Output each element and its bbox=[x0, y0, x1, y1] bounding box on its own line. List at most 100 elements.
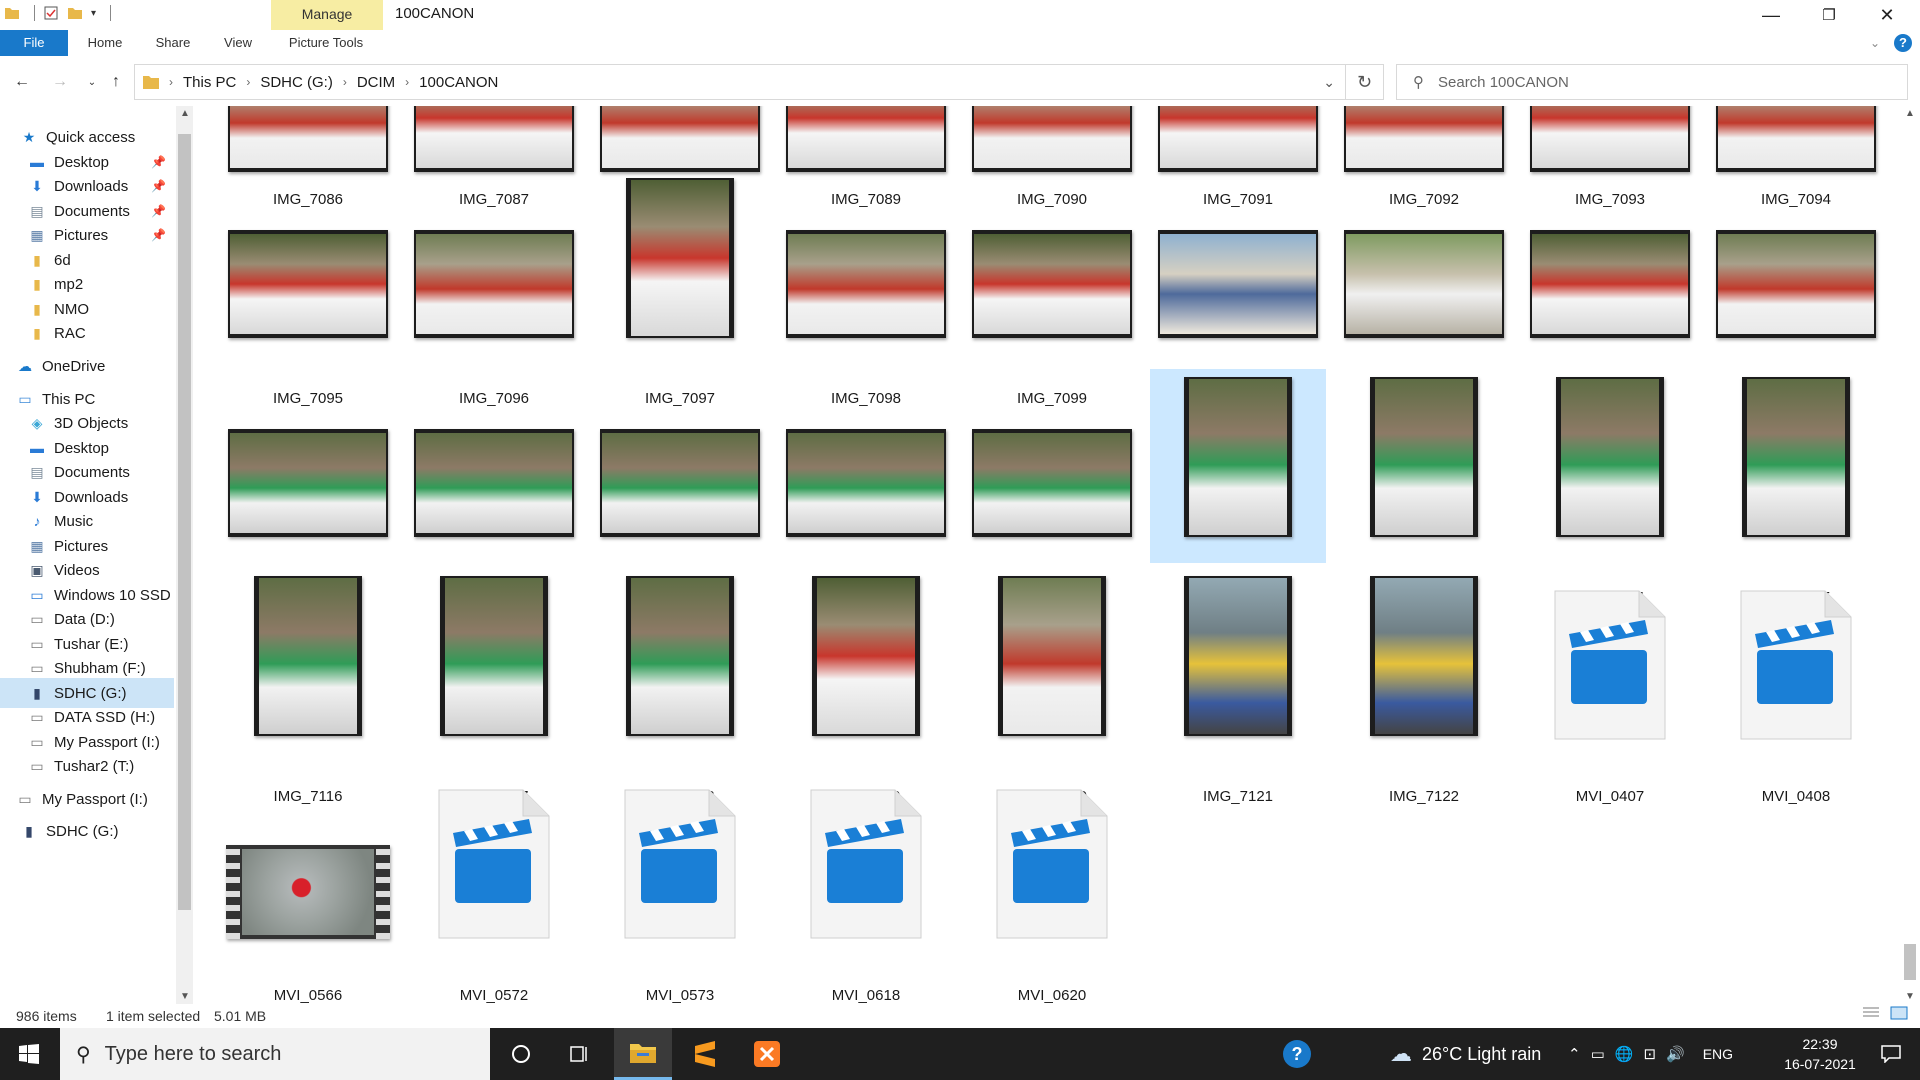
nav-scrollbar[interactable]: ▲ ▼ bbox=[176, 106, 193, 1004]
file-tile[interactable]: IMG_7111 bbox=[964, 369, 1140, 606]
file-tile[interactable]: IMG_7116 bbox=[220, 568, 396, 805]
file-tile[interactable]: IMG_7097 bbox=[592, 170, 768, 407]
file-tile[interactable]: IMG_7106 bbox=[1708, 170, 1884, 407]
file-tile[interactable]: IMG_7122 bbox=[1336, 568, 1512, 805]
customize-toolbar-icon[interactable]: ▾ bbox=[91, 8, 96, 19]
photo-thumbnail bbox=[414, 106, 574, 172]
restore-button[interactable]: ❐ bbox=[1800, 0, 1858, 30]
notification-center-button[interactable] bbox=[1862, 1028, 1920, 1080]
file-tile[interactable]: IMG_7099 bbox=[964, 170, 1140, 407]
file-tile[interactable]: IMG_7095 bbox=[220, 170, 396, 407]
file-tile[interactable]: MVI_0618 bbox=[778, 767, 954, 1004]
properties-icon[interactable] bbox=[43, 5, 59, 21]
address-row: ← → ⌄ ↑ › This PC › SDHC (G:) › DCIM › 1… bbox=[0, 64, 1920, 102]
pin-icon[interactable]: 📌 bbox=[151, 179, 166, 193]
taskbar-file-explorer[interactable] bbox=[614, 1028, 672, 1080]
back-arrow-icon[interactable]: ← bbox=[10, 70, 34, 94]
scroll-up-icon[interactable]: ▲ bbox=[180, 108, 190, 119]
large-icons-view-icon[interactable] bbox=[1890, 1006, 1908, 1023]
forward-arrow-icon[interactable]: → bbox=[48, 70, 72, 94]
start-button[interactable] bbox=[0, 1028, 58, 1080]
network-globe-icon[interactable]: 🌐 bbox=[1615, 1045, 1634, 1063]
expand-ribbon-icon[interactable]: ⌄ bbox=[1870, 36, 1880, 50]
nav-item[interactable]: ▭ My Passport (I:) bbox=[0, 784, 174, 814]
details-view-icon[interactable] bbox=[1862, 1006, 1880, 1023]
file-tile[interactable]: IMG_7107 bbox=[220, 369, 396, 606]
taskbar-sublime-text[interactable] bbox=[676, 1028, 734, 1080]
pin-icon[interactable]: 📌 bbox=[151, 228, 166, 242]
minimize-button[interactable]: — bbox=[1742, 0, 1800, 30]
refresh-button[interactable]: ↻ bbox=[1346, 64, 1384, 100]
taskbar-xampp[interactable] bbox=[738, 1028, 796, 1080]
nav-item[interactable]: ☁ OneDrive bbox=[0, 351, 174, 381]
nav-item[interactable]: ▭ Tushar2 (T:) bbox=[0, 751, 174, 781]
weather-widget[interactable]: ☁ 26°C Light rain bbox=[1390, 1028, 1541, 1080]
scroll-up-icon[interactable]: ▲ bbox=[1905, 108, 1915, 119]
file-tile[interactable]: IMG_7120 bbox=[964, 568, 1140, 805]
breadcrumb-100canon[interactable]: 100CANON bbox=[419, 74, 498, 91]
folder-icon[interactable] bbox=[4, 5, 20, 21]
file-tile[interactable]: IMG_7121 bbox=[1150, 568, 1326, 805]
help-app-button[interactable]: ? bbox=[1268, 1028, 1326, 1080]
file-tile[interactable]: IMG_7118 bbox=[592, 568, 768, 805]
file-tile[interactable]: IMG_7114 bbox=[1522, 369, 1698, 606]
file-tile[interactable]: IMG_7105 bbox=[1522, 170, 1698, 407]
file-tile[interactable]: IMG_7119 bbox=[778, 568, 954, 805]
tray-app-icon[interactable]: ⊡ bbox=[1643, 1045, 1656, 1063]
show-hidden-icons-icon[interactable]: ⌃ bbox=[1568, 1045, 1581, 1063]
breadcrumb-this-pc[interactable]: This PC bbox=[183, 74, 236, 91]
pin-icon[interactable]: 📌 bbox=[151, 155, 166, 169]
file-tile[interactable]: IMG_7096 bbox=[406, 170, 582, 407]
task-view-button[interactable] bbox=[550, 1028, 608, 1080]
file-tile[interactable]: IMG_7101 bbox=[1150, 170, 1326, 407]
file-tile[interactable]: MVI_0572 bbox=[406, 767, 582, 1004]
new-folder-icon[interactable] bbox=[67, 5, 83, 21]
quick-access-toolbar: ▾ bbox=[4, 5, 112, 21]
breadcrumb-sdhc[interactable]: SDHC (G:) bbox=[260, 74, 333, 91]
content-scrollbar[interactable]: ▲ ▼ bbox=[1900, 106, 1920, 1004]
breadcrumb-dcim[interactable]: DCIM bbox=[357, 74, 395, 91]
scroll-down-icon[interactable]: ▼ bbox=[180, 991, 190, 1002]
address-bar[interactable]: › This PC › SDHC (G:) › DCIM › 100CANON … bbox=[134, 64, 1346, 100]
help-icon[interactable]: ? bbox=[1894, 34, 1912, 52]
recent-locations-chevron-icon[interactable]: ⌄ bbox=[80, 70, 104, 94]
file-tile[interactable]: IMG_7113 bbox=[1336, 369, 1512, 606]
nav-item[interactable]: ▮ SDHC (G:) bbox=[0, 816, 174, 846]
volume-icon[interactable]: 🔊 bbox=[1666, 1045, 1685, 1063]
manage-tab[interactable]: Manage bbox=[271, 0, 383, 30]
scroll-down-icon[interactable]: ▼ bbox=[1905, 991, 1915, 1002]
address-dropdown-icon[interactable]: ⌄ bbox=[1323, 74, 1335, 91]
nav-scroll-thumb[interactable] bbox=[178, 134, 191, 910]
file-tile[interactable]: MVI_0566 bbox=[220, 767, 396, 1004]
file-tile[interactable]: MVI_0573 bbox=[592, 767, 768, 1004]
tab-view[interactable]: View bbox=[214, 30, 262, 56]
video-file-icon bbox=[1554, 590, 1666, 740]
battery-icon[interactable]: ▭ bbox=[1591, 1045, 1605, 1063]
tab-file[interactable]: File bbox=[0, 30, 68, 56]
close-button[interactable]: ✕ bbox=[1858, 0, 1916, 30]
tab-home[interactable]: Home bbox=[80, 30, 130, 56]
nav-item[interactable]: ▮ RAC bbox=[0, 318, 174, 348]
file-tile[interactable]: IMG_7102 bbox=[1336, 170, 1512, 407]
file-tile[interactable]: IMG_7098 bbox=[778, 170, 954, 407]
taskbar-search-input[interactable]: ⚲ Type here to search bbox=[60, 1028, 490, 1080]
file-tile[interactable]: MVI_0407 bbox=[1522, 568, 1698, 805]
file-tile[interactable]: IMG_7112 bbox=[1150, 369, 1326, 606]
pin-icon[interactable]: 📌 bbox=[151, 204, 166, 218]
file-tile[interactable]: IMG_7110 bbox=[778, 369, 954, 606]
clock[interactable]: 22:39 16-07-2021 bbox=[1772, 1034, 1868, 1074]
content-scroll-thumb[interactable] bbox=[1904, 944, 1916, 980]
language-indicator[interactable]: ENG bbox=[1703, 1046, 1733, 1062]
up-arrow-icon[interactable]: ↑ bbox=[104, 70, 128, 94]
file-tile[interactable]: IMG_7115 bbox=[1708, 369, 1884, 606]
file-tile[interactable]: IMG_7108 bbox=[406, 369, 582, 606]
file-tile[interactable]: IMG_7109 bbox=[592, 369, 768, 606]
file-tile[interactable]: IMG_7117 bbox=[406, 568, 582, 805]
file-tile[interactable]: MVI_0408 bbox=[1708, 568, 1884, 805]
clock-date: 16-07-2021 bbox=[1784, 1056, 1856, 1072]
file-tile[interactable]: MVI_0620 bbox=[964, 767, 1140, 1004]
tab-share[interactable]: Share bbox=[148, 30, 198, 56]
cortana-button[interactable] bbox=[492, 1028, 550, 1080]
search-input[interactable]: ⚲ Search 100CANON bbox=[1396, 64, 1908, 100]
tab-picture-tools[interactable]: Picture Tools bbox=[278, 30, 374, 56]
